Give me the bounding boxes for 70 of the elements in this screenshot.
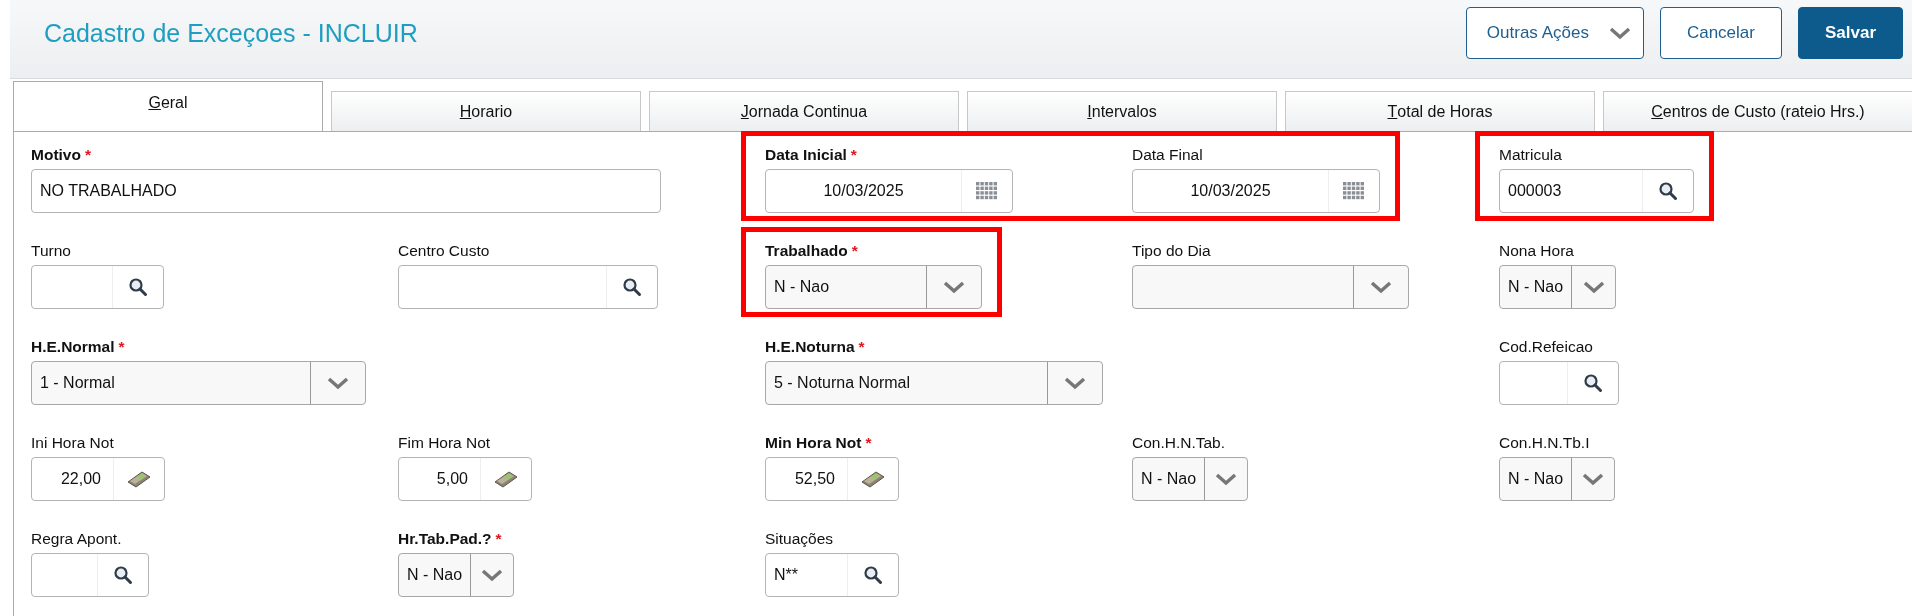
chevron-down-icon[interactable] — [1370, 280, 1392, 294]
chevron-down-icon[interactable] — [1064, 376, 1086, 390]
input-field[interactable]: 22,00 — [31, 457, 165, 501]
input-field[interactable]: NO TRABALHADO — [31, 169, 661, 213]
lookup-field[interactable] — [1499, 361, 1619, 405]
cancel-button[interactable]: Cancelar — [1659, 7, 1782, 59]
field-label: H.E.Noturna * — [765, 337, 866, 357]
field-label: Trabalhado * — [765, 241, 859, 261]
input-field[interactable]: 52,50 — [765, 457, 899, 501]
date-field[interactable]: 10/03/2025 — [765, 169, 1013, 213]
dropdown[interactable]: N - Nao — [1132, 457, 1248, 501]
dropdown[interactable]: N - Nao — [765, 265, 982, 309]
more-actions-button[interactable]: Outras Ações — [1465, 7, 1644, 59]
search-icon[interactable] — [113, 565, 133, 585]
field-label: Cod.Refeicao — [1499, 337, 1594, 357]
search-icon[interactable] — [622, 277, 642, 297]
input-field[interactable]: 5,00 — [398, 457, 532, 501]
calculator-icon[interactable] — [860, 469, 886, 489]
search-icon[interactable] — [128, 277, 148, 297]
calendar-icon[interactable] — [976, 182, 998, 200]
field-label: Nona Hora — [1499, 241, 1575, 261]
date-field[interactable]: 10/03/2025 — [1132, 169, 1380, 213]
field-label: Ini Hora Not — [31, 433, 115, 453]
chevron-down-icon[interactable] — [327, 376, 349, 390]
search-icon[interactable] — [1658, 181, 1678, 201]
save-button[interactable]: Salvar — [1797, 7, 1903, 59]
field-label: Matricula — [1499, 145, 1563, 165]
chevron-down-icon[interactable] — [1608, 26, 1631, 40]
dropdown[interactable] — [1132, 265, 1409, 309]
field-label: H.E.Normal * — [31, 337, 126, 357]
chevron-down-icon[interactable] — [1582, 472, 1605, 486]
field-label: Hr.Tab.Pad.? * — [398, 529, 503, 549]
dropdown[interactable]: 5 - Noturna Normal — [765, 361, 1103, 405]
lookup-field[interactable] — [31, 265, 164, 309]
tab[interactable]: Intervalos — [967, 91, 1277, 131]
field-label: Motivo * — [31, 145, 92, 165]
field-label: Data Final — [1132, 145, 1204, 165]
chevron-down-icon[interactable] — [943, 280, 965, 294]
search-icon[interactable] — [863, 565, 883, 585]
field-label: Turno — [31, 241, 72, 261]
calendar-icon[interactable] — [1343, 182, 1365, 200]
dropdown[interactable]: N - Nao — [1499, 457, 1615, 501]
tab[interactable]: Horario — [331, 91, 641, 131]
field-label: Regra Apont. — [31, 529, 123, 549]
lookup-field[interactable] — [31, 553, 149, 597]
tab[interactable]: Jornada Continua — [649, 91, 959, 131]
chevron-down-icon[interactable] — [1582, 280, 1605, 294]
chevron-down-icon[interactable] — [481, 568, 504, 582]
page-title: Cadastro de Exceçoes - INCLUIR — [44, 18, 418, 48]
tab[interactable]: Centros de Custo (rateio Hrs.) — [1603, 91, 1912, 131]
calculator-icon[interactable] — [493, 469, 519, 489]
dropdown[interactable]: N - Nao — [1499, 265, 1616, 309]
search-icon[interactable] — [1583, 373, 1603, 393]
lookup-field[interactable] — [398, 265, 658, 309]
field-label: Situações — [765, 529, 835, 549]
dropdown[interactable]: N - Nao — [398, 553, 514, 597]
field-label: Tipo do Dia — [1132, 241, 1212, 261]
lookup-field[interactable]: 000003 — [1499, 169, 1694, 213]
field-label: Data Inicial * — [765, 145, 858, 165]
chevron-down-icon[interactable] — [1215, 472, 1238, 486]
tab[interactable]: Total de Horas — [1285, 91, 1595, 131]
field-label: Centro Custo — [398, 241, 491, 261]
field-label: Con.H.N.Tb.I — [1499, 433, 1591, 453]
lookup-field[interactable]: N** — [765, 553, 899, 597]
dropdown[interactable]: 1 - Normal — [31, 361, 366, 405]
calculator-icon[interactable] — [126, 469, 152, 489]
field-label: Con.H.N.Tab. — [1132, 433, 1227, 453]
tab[interactable]: Geral — [13, 81, 323, 131]
field-label: Min Hora Not * — [765, 433, 873, 453]
field-label: Fim Hora Not — [398, 433, 492, 453]
